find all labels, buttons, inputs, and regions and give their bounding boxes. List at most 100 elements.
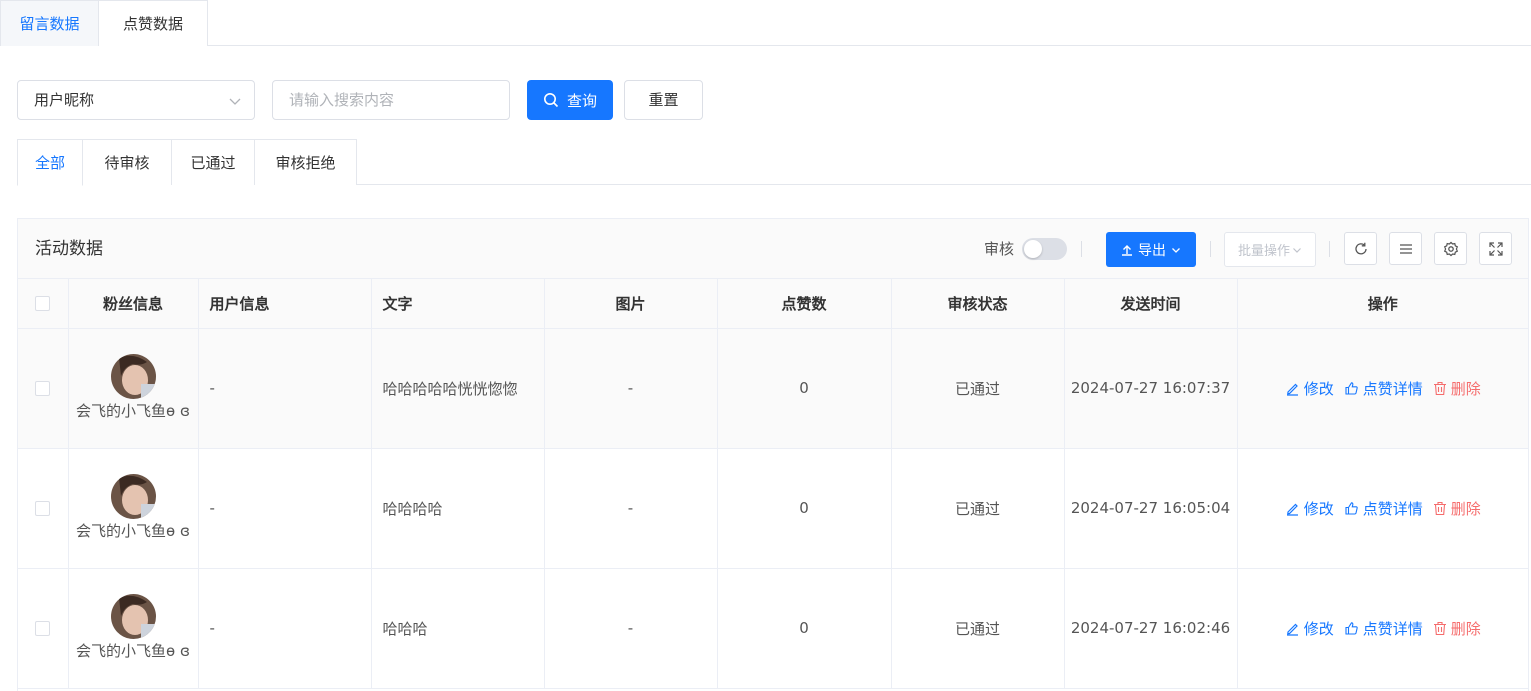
- edit-icon: [1286, 623, 1298, 636]
- column-header: 审核状态: [891, 279, 1065, 329]
- fan-info-cell: 会飞的小飞鱼ɵ ɞ: [68, 568, 199, 689]
- activity-data-card: 活动数据 审核 导出 批量操作 粉丝信息 用户信息 文字 图片 点赞数 审核状态…: [17, 218, 1529, 691]
- actions-cell: 修改 点赞详情 删除: [1237, 328, 1528, 449]
- edit-button[interactable]: 修改: [1285, 618, 1334, 639]
- search-field-select-value: 用户昵称: [34, 91, 95, 109]
- delete-label: 删除: [1450, 379, 1481, 398]
- send-time-cell: 2024-07-27 16:02:46: [1064, 568, 1238, 689]
- tab-like-data[interactable]: 点赞数据: [98, 0, 208, 46]
- status-tab-bar: 全部 待审核 已通过 审核拒绝: [17, 139, 1531, 186]
- avatar: [110, 594, 156, 639]
- actions-cell: 修改 点赞详情 删除: [1237, 448, 1528, 569]
- table-header-row: 粉丝信息 用户信息 文字 图片 点赞数 审核状态 发送时间 操作: [18, 279, 1528, 329]
- column-header: 粉丝信息: [68, 279, 199, 329]
- user-info-cell: -: [198, 568, 372, 689]
- comment-table: 粉丝信息 用户信息 文字 图片 点赞数 审核状态 发送时间 操作 会飞的小飞鱼ɵ…: [18, 279, 1528, 689]
- toolbar-divider: [1081, 241, 1082, 257]
- thumb-up-icon: [1345, 501, 1358, 515]
- tab-rejected[interactable]: 审核拒绝: [254, 139, 357, 185]
- edit-label: 修改: [1303, 379, 1334, 398]
- row-select-cell: [18, 328, 69, 449]
- chevron-down-icon: [1172, 247, 1180, 253]
- batch-operation-button[interactable]: 批量操作: [1224, 232, 1316, 267]
- select-all-cell: [18, 279, 69, 329]
- row-checkbox[interactable]: [35, 621, 51, 636]
- search-input[interactable]: [272, 80, 510, 120]
- edit-icon: [1286, 503, 1298, 516]
- column-header: 发送时间: [1064, 279, 1238, 329]
- column-header: 操作: [1237, 279, 1528, 329]
- actions-cell: 修改 点赞详情 删除: [1237, 568, 1528, 689]
- tab-approved[interactable]: 已通过: [171, 139, 255, 185]
- column-list-icon: [1399, 243, 1412, 254]
- tab-pending[interactable]: 待审核: [82, 139, 172, 185]
- settings-icon: [1443, 241, 1458, 256]
- image-cell: -: [544, 448, 718, 569]
- like-detail-button[interactable]: 点赞详情: [1344, 618, 1423, 639]
- refresh-button[interactable]: [1344, 232, 1377, 265]
- fullscreen-button[interactable]: [1479, 232, 1512, 265]
- toolbar-divider: [1210, 241, 1211, 257]
- toolbar-divider: [1329, 241, 1330, 257]
- edit-label: 修改: [1303, 619, 1334, 638]
- query-button[interactable]: 查询: [527, 80, 613, 120]
- table-row: 会飞的小飞鱼ɵ ɞ - 哈哈哈哈哈恍恍惚惚 - 0 已通过 2024-07-27…: [18, 328, 1528, 449]
- like-detail-button[interactable]: 点赞详情: [1344, 498, 1423, 519]
- toggle-knob: [1024, 240, 1042, 258]
- delete-button[interactable]: 删除: [1433, 618, 1481, 639]
- row-select-cell: [18, 448, 69, 569]
- audit-label: 审核: [984, 240, 1015, 258]
- column-header: 用户信息: [198, 279, 372, 329]
- delete-button[interactable]: 删除: [1433, 378, 1481, 399]
- table-row: 会飞的小飞鱼ɵ ɞ - 哈哈哈哈 - 0 已通过 2024-07-27 16:0…: [18, 448, 1528, 569]
- trash-icon: [1433, 381, 1446, 395]
- likes-cell: 0: [717, 448, 892, 569]
- top-tab-bar: 留言数据 点赞数据: [0, 0, 1531, 46]
- image-cell: -: [544, 328, 718, 449]
- send-time-cell: 2024-07-27 16:05:04: [1064, 448, 1238, 569]
- likes-cell: 0: [717, 568, 892, 689]
- tab-comment-data[interactable]: 留言数据: [0, 0, 99, 46]
- text-cell: 哈哈哈: [371, 568, 545, 689]
- audit-toggle[interactable]: [1022, 238, 1067, 260]
- row-checkbox[interactable]: [35, 501, 51, 516]
- settings-button[interactable]: [1434, 232, 1467, 265]
- trash-icon: [1433, 501, 1446, 515]
- image-cell: -: [544, 568, 718, 689]
- like-detail-button[interactable]: 点赞详情: [1344, 378, 1423, 399]
- chevron-down-icon: [1293, 247, 1301, 253]
- query-button-label: 查询: [566, 91, 597, 110]
- edit-button[interactable]: 修改: [1285, 498, 1334, 519]
- tab-all[interactable]: 全部: [17, 139, 83, 186]
- column-settings-button[interactable]: [1389, 232, 1422, 265]
- row-checkbox[interactable]: [35, 381, 51, 396]
- fan-nickname: 会飞的小飞鱼ɵ ɞ: [76, 402, 190, 420]
- status-cell: 已通过: [891, 328, 1065, 449]
- status-cell: 已通过: [891, 568, 1065, 689]
- thumb-up-icon: [1345, 381, 1358, 395]
- edit-label: 修改: [1303, 499, 1334, 518]
- fan-nickname: 会飞的小飞鱼ɵ ɞ: [76, 642, 190, 660]
- likes-cell: 0: [717, 328, 892, 449]
- edit-button[interactable]: 修改: [1285, 378, 1334, 399]
- delete-button[interactable]: 删除: [1433, 498, 1481, 519]
- reset-button[interactable]: 重置: [624, 80, 703, 120]
- export-button[interactable]: 导出: [1106, 232, 1196, 267]
- fullscreen-icon: [1488, 241, 1503, 256]
- like-detail-label: 点赞详情: [1362, 619, 1423, 638]
- select-all-checkbox[interactable]: [35, 296, 51, 312]
- trash-icon: [1433, 621, 1446, 635]
- user-info-cell: -: [198, 448, 372, 569]
- column-header: 图片: [544, 279, 718, 329]
- avatar: [110, 474, 156, 519]
- search-field-select[interactable]: 用户昵称: [17, 80, 255, 120]
- row-select-cell: [18, 568, 69, 689]
- like-detail-label: 点赞详情: [1362, 379, 1423, 398]
- thumb-up-icon: [1345, 621, 1358, 635]
- like-detail-label: 点赞详情: [1362, 499, 1423, 518]
- batch-operation-label: 批量操作: [1237, 244, 1290, 259]
- column-header: 点赞数: [717, 279, 892, 329]
- edit-icon: [1286, 383, 1298, 396]
- delete-label: 删除: [1450, 619, 1481, 638]
- text-cell: 哈哈哈哈哈恍恍惚惚: [371, 328, 545, 449]
